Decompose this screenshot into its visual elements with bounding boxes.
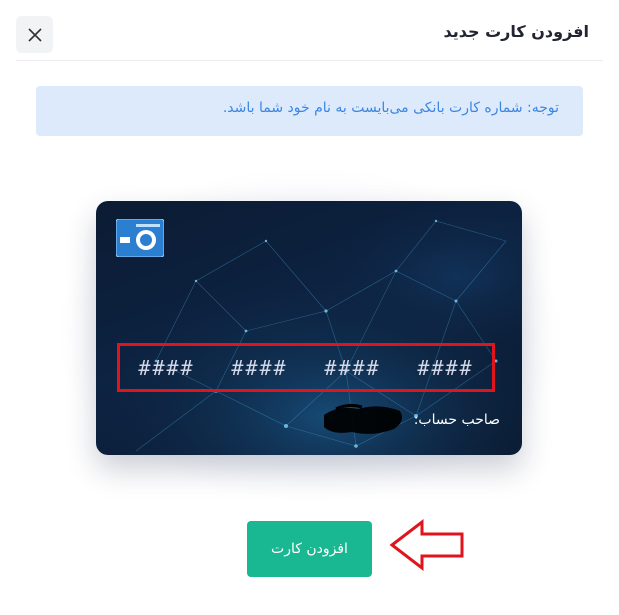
add-card-modal: افزودن کارت جدید توجه: شماره کارت بانکی … — [0, 0, 619, 615]
card-number-group-1: #### — [138, 356, 195, 380]
card-holder-label: صاحب حساب: — [413, 412, 500, 428]
card-holder-redaction — [324, 403, 402, 434]
card-number-group-3: #### — [324, 356, 381, 380]
notice-banner: توجه: شماره کارت بانکی می‌بایست به نام خ… — [36, 86, 583, 136]
modal-title: افزودن کارت جدید — [443, 22, 590, 41]
card-number: #### #### #### #### — [120, 356, 492, 380]
modal-header: افزودن کارت جدید — [16, 0, 603, 61]
bank-card: #### #### #### #### صاحب حساب: — [96, 201, 522, 455]
close-button[interactable] — [16, 16, 53, 53]
notice-text: توجه: شماره کارت بانکی می‌بایست به نام خ… — [222, 100, 559, 116]
bank-logo-icon — [116, 219, 164, 257]
card-number-highlight: #### #### #### #### — [117, 343, 495, 392]
pointer-arrow-icon — [389, 518, 464, 572]
card-number-group-2: #### — [231, 356, 288, 380]
close-icon — [27, 27, 42, 42]
card-number-group-4: #### — [417, 356, 474, 380]
add-card-button[interactable]: افزودن کارت — [247, 521, 372, 577]
